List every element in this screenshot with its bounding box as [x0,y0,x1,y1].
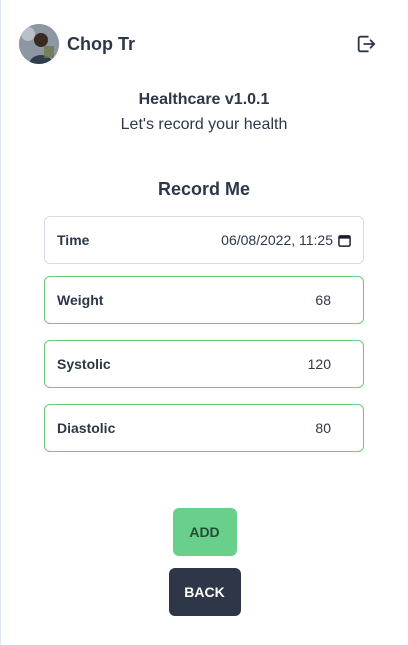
weight-label: Weight [57,292,104,308]
calendar-icon[interactable] [337,233,351,247]
form-title: Record Me [157,179,251,199]
weight-input[interactable]: 68 [167,292,351,308]
username: Chop Tr [67,33,135,54]
header: Chop Tr [19,24,378,64]
diastolic-field[interactable]: Diastolic 80 [44,404,364,452]
avatar[interactable] [19,24,59,64]
time-label: Time [57,232,90,248]
time-input[interactable]: 06/08/2022, 11:25 [167,232,337,248]
back-button[interactable]: BACK [168,568,241,616]
systolic-input[interactable]: 120 [167,356,351,372]
user-info: Chop Tr [19,24,135,64]
logout-icon [357,35,376,53]
page: Chop Tr Healthcare v1.0.1 Let's record y… [0,0,408,645]
app-title: Healthcare v1.0.1 [138,91,270,108]
logout-button[interactable] [354,32,378,56]
weight-field[interactable]: Weight 68 [44,276,364,324]
time-field[interactable]: Time 06/08/2022, 11:25 [44,216,364,264]
systolic-field[interactable]: Systolic 120 [44,340,364,388]
diastolic-label: Diastolic [57,420,116,436]
systolic-label: Systolic [57,356,111,372]
app-subtitle: Let's record your health [120,116,288,133]
diastolic-input[interactable]: 80 [167,420,351,436]
add-button[interactable]: ADD [172,508,237,556]
avatar-photo-icon [19,24,59,64]
